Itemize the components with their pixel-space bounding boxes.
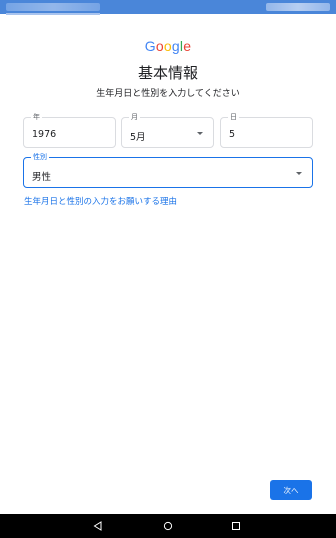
month-select[interactable]: 月 5月 [121, 112, 214, 148]
status-bar-right-info [266, 3, 330, 11]
gender-label: 性別 [31, 152, 49, 162]
logo-letter-g: G [144, 38, 156, 54]
recents-square-icon[interactable] [229, 519, 243, 533]
year-value: 1976 [32, 129, 57, 140]
year-label: 年 [31, 112, 42, 122]
status-bar [0, 0, 336, 15]
day-label: 日 [228, 112, 239, 122]
status-bar-divider [6, 13, 100, 15]
back-triangle-icon[interactable] [91, 519, 105, 533]
next-button[interactable]: 次へ [270, 480, 312, 500]
logo-letter-e: e [183, 38, 192, 54]
google-logo: Google [0, 38, 336, 54]
gender-select[interactable]: 性別 男性 [23, 152, 313, 188]
chevron-down-icon [296, 172, 302, 175]
month-value: 5月 [130, 132, 146, 143]
home-circle-icon[interactable] [161, 519, 175, 533]
logo-letter-o2: o [163, 38, 172, 54]
year-field[interactable]: 年 1976 [23, 112, 116, 148]
logo-letter-o1: o [155, 38, 164, 54]
gender-value: 男性 [32, 172, 52, 183]
page-title: 基本情報 [137, 64, 198, 82]
day-field[interactable]: 日 5 [220, 112, 313, 148]
status-bar-left-info [6, 3, 100, 11]
month-label: 月 [129, 112, 140, 122]
system-nav-bar [0, 514, 336, 538]
page-subtitle: 生年月日と性別を入力してください [96, 89, 240, 99]
why-we-ask-link[interactable]: 生年月日と性別の入力をお願いする理由 [24, 195, 177, 207]
day-value: 5 [229, 129, 236, 140]
logo-letter-g2: g [171, 38, 180, 54]
chevron-down-icon [197, 132, 203, 135]
